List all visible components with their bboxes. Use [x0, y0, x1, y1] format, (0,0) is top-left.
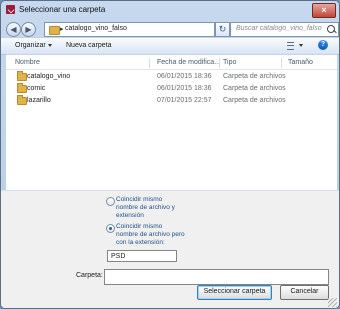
current-path[interactable]: catalogo_vino_falso — [65, 25, 127, 32]
address-bar[interactable]: ▸ catalogo_vino_falso ▾ — [44, 22, 235, 37]
folder-icon — [49, 26, 60, 35]
folder-icon — [17, 83, 27, 93]
file-name[interactable]: catalogo_vino — [27, 73, 70, 80]
modified-date: 07/01/2015 22:57 — [157, 97, 212, 104]
help-icon[interactable]: ? — [318, 40, 328, 50]
modified-date: 06/01/2015 18:36 — [157, 85, 212, 92]
column-header: Nombre Fecha de modifica... Tipo Tamaño — [6, 55, 337, 70]
folder-icon — [17, 71, 27, 81]
app-icon — [6, 5, 15, 14]
extension-input[interactable]: PSD — [107, 250, 177, 262]
select-folder-button[interactable]: Seleccionar carpeta — [197, 285, 272, 300]
table-row[interactable]: lazarillo 07/01/2015 22:57 Carpeta de ar… — [6, 95, 337, 107]
window-title: Seleccionar una carpeta — [19, 5, 106, 14]
title-bar: Seleccionar una carpeta × — [1, 1, 339, 19]
match-name-ext-label[interactable]: Coincidir mismo nombre de archivo y exte… — [116, 196, 186, 220]
search-placeholder: Buscar catalogo_vino_falso — [236, 25, 322, 32]
file-list: Nombre Fecha de modifica... Tipo Tamaño … — [6, 54, 337, 191]
new-folder-button[interactable]: Nueva carpeta — [66, 42, 112, 49]
file-type: Carpeta de archivos — [223, 85, 286, 92]
resize-grip-icon[interactable] — [328, 298, 337, 307]
table-row[interactable]: comic 06/01/2015 18:36 Carpeta de archiv… — [6, 83, 337, 95]
table-row[interactable]: catalogo_vino 06/01/2015 18:36 Carpeta d… — [6, 71, 337, 83]
folder-input[interactable] — [104, 269, 329, 285]
file-type: Carpeta de archivos — [223, 97, 286, 104]
forward-button[interactable]: ▶ — [21, 22, 36, 37]
view-options-icon[interactable] — [287, 42, 294, 50]
folder-icon — [17, 95, 27, 105]
file-name[interactable]: lazarillo — [27, 97, 51, 104]
modified-date: 06/01/2015 18:36 — [157, 73, 212, 80]
match-name-other-ext-label[interactable]: Coincidir mismo nombre de archivo pero c… — [116, 223, 186, 247]
folder-label: Carpeta: — [76, 272, 103, 279]
toolbar: Organizar Nueva carpeta ? — [1, 37, 339, 55]
column-name[interactable]: Nombre — [15, 59, 40, 66]
match-name-other-ext-radio[interactable] — [106, 224, 115, 233]
column-separator[interactable] — [219, 58, 220, 68]
back-button[interactable]: ◀ — [6, 22, 21, 37]
column-type[interactable]: Tipo — [223, 59, 236, 66]
cancel-button[interactable]: Cancelar — [280, 285, 329, 300]
column-date[interactable]: Fecha de modifica... — [157, 59, 220, 66]
column-separator[interactable] — [281, 58, 282, 68]
search-input[interactable]: Buscar catalogo_vino_falso — [230, 22, 339, 37]
file-name[interactable]: comic — [27, 85, 45, 92]
close-button[interactable]: × — [312, 3, 336, 18]
search-icon[interactable] — [327, 25, 335, 33]
chevron-down-icon[interactable] — [48, 44, 52, 47]
path-separator-icon: ▸ — [60, 26, 64, 33]
refresh-button[interactable]: ↻ — [215, 22, 230, 37]
match-name-ext-radio[interactable] — [106, 197, 115, 206]
chevron-down-icon[interactable] — [299, 44, 303, 47]
column-separator[interactable] — [149, 58, 150, 68]
file-type: Carpeta de archivos — [223, 73, 286, 80]
column-size[interactable]: Tamaño — [288, 59, 313, 66]
options-panel: Coincidir mismo nombre de archivo y exte… — [1, 190, 339, 308]
select-folder-dialog: Seleccionar una carpeta × ◀ ▶ ▸ catalogo… — [0, 0, 340, 309]
organize-menu[interactable]: Organizar — [15, 42, 46, 49]
